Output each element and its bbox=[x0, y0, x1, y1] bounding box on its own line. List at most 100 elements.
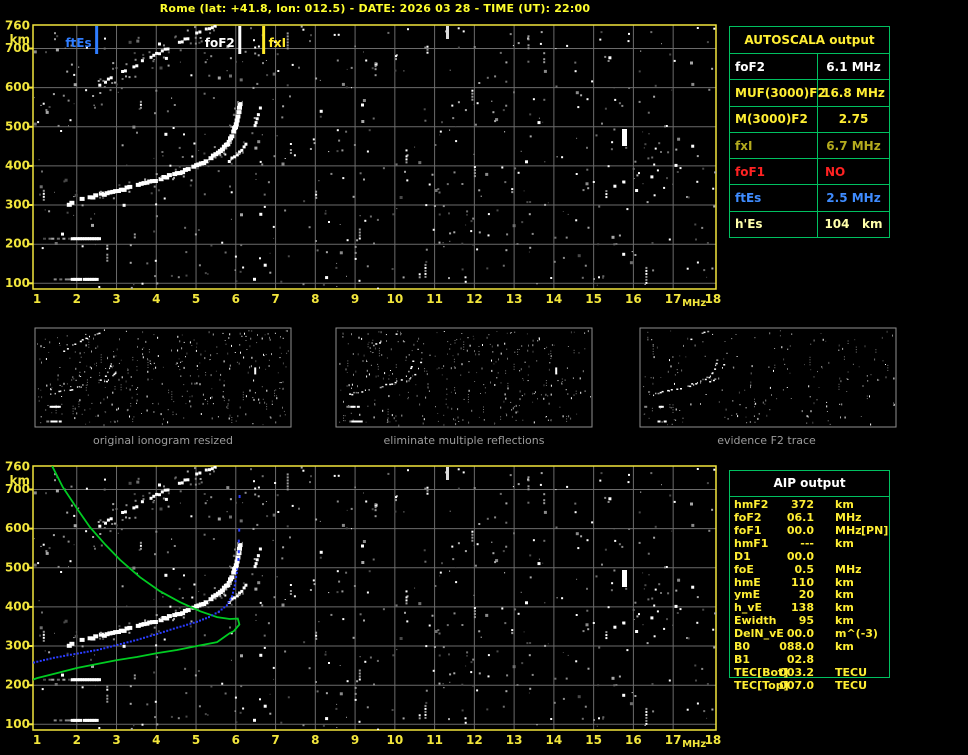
param-label: hmF1 bbox=[734, 536, 769, 550]
svg-text:100: 100 bbox=[5, 276, 30, 290]
aip-row-tectop: TEC[Top] 007.0 TECU bbox=[730, 679, 889, 692]
svg-text:200: 200 bbox=[5, 678, 30, 692]
svg-text:10: 10 bbox=[386, 733, 403, 747]
aip-row-tecbot: TEC[Bot] 003.2 TECU bbox=[730, 666, 889, 679]
param-value: TECU bbox=[835, 665, 868, 679]
svg-text:2: 2 bbox=[73, 292, 81, 306]
autoscala-output-table: AUTOSCALA output foF2 6.1 MHz MUF(3000)F2 1… bbox=[729, 26, 890, 238]
svg-text:100: 100 bbox=[5, 717, 30, 731]
param-value: m^(-3) bbox=[835, 627, 878, 641]
svg-text:16: 16 bbox=[625, 292, 642, 306]
svg-text:6: 6 bbox=[232, 733, 240, 747]
param-label: h'Es bbox=[730, 211, 818, 238]
param-value: 007.0 bbox=[779, 678, 814, 692]
param-value: 20 bbox=[798, 588, 814, 602]
svg-text:13: 13 bbox=[506, 292, 523, 306]
svg-text:1: 1 bbox=[33, 733, 41, 747]
thumb-evidence-f2-trace bbox=[639, 327, 897, 428]
thumb-eliminate-reflections bbox=[335, 327, 593, 428]
svg-text:18: 18 bbox=[705, 733, 722, 747]
param-value: 06.1 bbox=[786, 510, 814, 524]
param-label: DelN_vE bbox=[734, 627, 784, 641]
svg-text:500: 500 bbox=[5, 119, 30, 133]
autoscala-row-fxi: fxI 6.7 MHz bbox=[730, 131, 889, 159]
param-value: km bbox=[835, 640, 854, 654]
param-value: NO bbox=[825, 164, 846, 179]
aip-row-hve: h_vE 138 km bbox=[730, 601, 889, 614]
autoscala-app-window: Rome (lat: +41.8, lon: 012.5) - DATE: 20… bbox=[0, 0, 968, 755]
param-value: 0.5 bbox=[794, 562, 815, 576]
svg-text:300: 300 bbox=[5, 198, 30, 212]
svg-text:2: 2 bbox=[73, 733, 81, 747]
svg-text:7: 7 bbox=[271, 292, 279, 306]
param-value: 6.1 MHz bbox=[826, 59, 881, 74]
frequency-axis-labels: 1 2 3 4 5 6 7 8 9 10 11 12 13 14 15 16 17 18MHz bbox=[33, 733, 721, 750]
svg-text:700: 700 bbox=[5, 41, 30, 55]
caption-evidence-f2-trace: evidence F2 trace bbox=[717, 434, 816, 447]
param-label: h_vE bbox=[734, 601, 763, 615]
freq-unit-label: MHz bbox=[682, 739, 706, 750]
param-value: 6.7 MHz bbox=[826, 138, 881, 153]
marker-label-foF2: foF2 bbox=[205, 36, 235, 50]
aip-row-delnve: DelN_vE 00.0 m^(-3) bbox=[730, 627, 889, 640]
svg-text:760: 760 bbox=[5, 19, 30, 33]
svg-text:15: 15 bbox=[585, 292, 602, 306]
svg-text:4: 4 bbox=[152, 292, 160, 306]
svg-text:300: 300 bbox=[5, 639, 30, 653]
svg-text:14: 14 bbox=[546, 733, 563, 747]
param-value: MHz bbox=[835, 510, 862, 524]
autoscala-row-ftes: ftEs 2.5 MHz bbox=[730, 184, 889, 211]
param-value: MHz bbox=[835, 562, 862, 576]
marker-label-ftEs: ftEs bbox=[65, 36, 91, 50]
svg-text:17: 17 bbox=[665, 292, 682, 306]
param-label: foF1 bbox=[734, 523, 762, 537]
aip-table-title: AIP output bbox=[730, 471, 889, 497]
top-ionogram-plot: 760km7006005004003002001001 2 3 4 5 6 7 8 9 10 11 1… bbox=[5, 19, 721, 310]
param-value: 104 km bbox=[824, 217, 883, 232]
svg-text:7: 7 bbox=[271, 733, 279, 747]
param-value: 003.2 bbox=[779, 665, 814, 679]
aip-row-fof1: foF1 00.0 MHz [PN] bbox=[730, 524, 889, 537]
param-value: km bbox=[835, 575, 854, 589]
svg-text:500: 500 bbox=[5, 560, 30, 574]
caption-eliminate-reflections: eliminate multiple reflections bbox=[383, 434, 545, 447]
param-value: 088.0 bbox=[779, 640, 814, 654]
svg-text:14: 14 bbox=[546, 292, 563, 306]
svg-text:18: 18 bbox=[705, 292, 722, 306]
svg-text:8: 8 bbox=[311, 292, 319, 306]
svg-text:8: 8 bbox=[311, 733, 319, 747]
aip-model-overlay bbox=[33, 466, 241, 681]
svg-text:600: 600 bbox=[5, 521, 30, 535]
param-value: --- bbox=[800, 536, 814, 550]
svg-text:15: 15 bbox=[585, 733, 602, 747]
param-label: ftEs bbox=[730, 185, 818, 211]
aip-row-fof2: foF2 06.1 MHz bbox=[730, 511, 889, 524]
param-label: Ewidth bbox=[734, 614, 777, 628]
bottom-ionogram-plot: 760km7006005004003002001001 2 3 4 5 6 7 8 9 10 11 1… bbox=[5, 460, 721, 751]
param-value: km bbox=[835, 536, 854, 550]
ionogram-echoes bbox=[33, 25, 716, 289]
svg-text:1: 1 bbox=[33, 292, 41, 306]
param-value: 00.0 bbox=[786, 549, 814, 563]
frequency-axis-labels: 1 2 3 4 5 6 7 8 9 10 11 12 13 14 15 16 17 18MHz bbox=[33, 292, 721, 309]
param-label: B0 bbox=[734, 640, 751, 654]
svg-text:17: 17 bbox=[665, 733, 682, 747]
svg-text:12: 12 bbox=[466, 733, 483, 747]
svg-text:11: 11 bbox=[426, 733, 443, 747]
svg-text:5: 5 bbox=[192, 292, 200, 306]
param-label: D1 bbox=[734, 549, 751, 563]
autoscala-row-fof2: foF2 6.1 MHz bbox=[730, 53, 889, 80]
param-value: km bbox=[835, 588, 854, 602]
autoscala-row-hes: h'Es 104 km bbox=[730, 210, 889, 238]
svg-text:13: 13 bbox=[506, 733, 523, 747]
svg-text:760: 760 bbox=[5, 460, 30, 474]
autoscala-table-rows: foF2 6.1 MHz MUF(3000)F2 16.8 MHz M(3000)F2 2… bbox=[730, 53, 889, 238]
aip-row-hmf2: hmF2 372 km bbox=[730, 498, 889, 511]
svg-text:11: 11 bbox=[426, 292, 443, 306]
marker-label-fxI: fxI bbox=[269, 36, 286, 50]
param-label: fxI bbox=[730, 132, 818, 159]
scaled-parameter-markers: ftEs foF2 fxI bbox=[65, 26, 286, 54]
param-value: 372 bbox=[791, 498, 814, 511]
aip-row-hme: hmE 110 km bbox=[730, 576, 889, 589]
param-value: TECU bbox=[835, 678, 868, 692]
